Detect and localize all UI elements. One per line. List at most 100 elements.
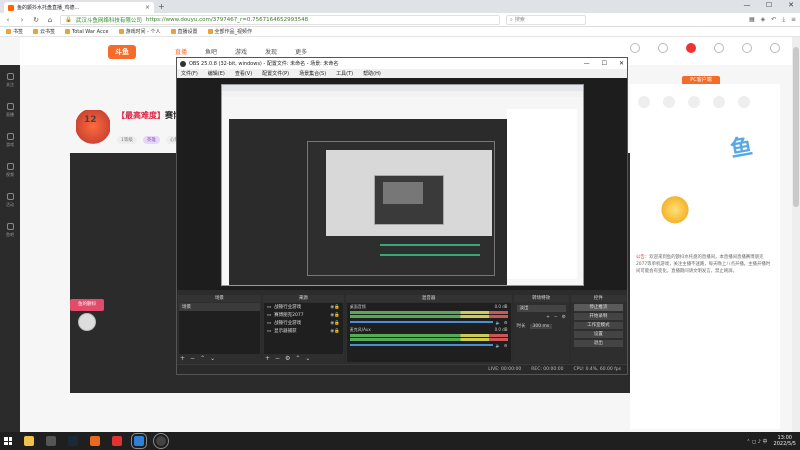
nav-yuba[interactable]: 鱼吧 bbox=[205, 47, 217, 56]
rail-item-video[interactable]: 视频 bbox=[0, 155, 20, 185]
menu-view[interactable]: 查看(V) bbox=[235, 70, 252, 77]
nav-more[interactable]: 更多 bbox=[295, 47, 307, 56]
clock[interactable]: 13:00 2022/5/5 bbox=[774, 435, 796, 447]
scene-item[interactable]: 场景 bbox=[179, 303, 260, 311]
home-button[interactable]: ⌂ bbox=[46, 16, 54, 24]
close-window-button[interactable]: ✕ bbox=[619, 60, 624, 67]
speaker-icon[interactable]: 🔈 bbox=[496, 343, 501, 348]
obs-preview[interactable] bbox=[177, 78, 627, 290]
rail-item-live[interactable]: 直播 bbox=[0, 95, 20, 125]
eye-lock-icon[interactable]: ◉🔒 bbox=[330, 313, 340, 318]
source-item[interactable]: ▭ 战锤行业游戏 ◉🔒 bbox=[264, 319, 343, 327]
download-icon[interactable]: ⤓ bbox=[782, 16, 785, 24]
menu-help[interactable]: 帮助(H) bbox=[363, 70, 381, 77]
bookmark-item[interactable]: 书签 bbox=[6, 28, 23, 35]
menu-icon[interactable]: ≡ bbox=[791, 16, 796, 24]
move-up-icon[interactable]: ⌃ bbox=[200, 355, 205, 362]
bookmark-item[interactable]: 云书签 bbox=[33, 28, 55, 35]
menu-edit[interactable]: 编辑(E) bbox=[208, 70, 225, 77]
add-icon[interactable]: + bbox=[265, 355, 270, 362]
close-tab-icon[interactable]: × bbox=[145, 4, 150, 11]
menu-profile[interactable]: 配置文件(P) bbox=[262, 70, 289, 77]
browser-taskbar-icon[interactable] bbox=[131, 433, 147, 449]
add-icon[interactable]: + bbox=[546, 315, 550, 320]
douyu-logo[interactable]: 斗鱼 bbox=[108, 45, 136, 59]
bookmark-item[interactable]: 全部作品_视频作 bbox=[207, 28, 252, 35]
remove-icon[interactable]: − bbox=[554, 315, 558, 320]
rail-item-games[interactable]: 游戏 bbox=[0, 125, 20, 155]
address-bar[interactable]: 🔒 武汉斗鱼网络科技有限公司 https://www.douyu.com/379… bbox=[60, 14, 500, 25]
speaker-icon[interactable]: 🔈 bbox=[496, 320, 501, 325]
scrollbar-thumb[interactable] bbox=[793, 47, 799, 207]
rail-item-follow[interactable]: 关注 bbox=[0, 65, 20, 95]
tray-icons[interactable]: ⌃ ◻ ♪ 中 bbox=[746, 438, 767, 445]
grid-icon[interactable]: ▦ bbox=[749, 16, 755, 24]
minimize-button[interactable]: — bbox=[742, 1, 752, 9]
eye-lock-icon[interactable]: ◉🔒 bbox=[330, 321, 340, 326]
close-window-button[interactable]: ✕ bbox=[786, 1, 796, 9]
app-icon[interactable] bbox=[90, 436, 100, 446]
source-item[interactable]: ▭ 战锤行业游戏 ◉🔒 bbox=[264, 303, 343, 311]
eye-lock-icon[interactable]: ◉🔒 bbox=[330, 329, 340, 334]
notification-icon[interactable] bbox=[686, 43, 696, 53]
start-recording-button[interactable]: 开始录制 bbox=[573, 313, 623, 320]
follow-icon[interactable] bbox=[658, 43, 668, 53]
exit-button[interactable]: 退出 bbox=[573, 340, 623, 347]
gear-icon[interactable]: ⚙ bbox=[285, 355, 290, 362]
nav-live[interactable]: 直播 bbox=[175, 47, 187, 56]
page-scrollbar[interactable] bbox=[792, 37, 800, 432]
file-explorer-icon[interactable] bbox=[24, 436, 34, 446]
gear-icon[interactable]: ⚙ bbox=[504, 320, 508, 325]
studio-mode-button[interactable]: 工作室模式 bbox=[573, 322, 623, 329]
obs-taskbar-icon[interactable] bbox=[153, 433, 169, 449]
bookmark-item[interactable]: 直播设置 bbox=[170, 28, 198, 35]
rank-icon[interactable] bbox=[638, 96, 650, 108]
volume-slider[interactable] bbox=[349, 321, 493, 323]
history-icon[interactable] bbox=[630, 43, 640, 53]
app-icon[interactable] bbox=[46, 436, 56, 446]
bookmark-item[interactable]: 游戏时间 - 个人 bbox=[118, 28, 161, 35]
move-down-icon[interactable]: ⌄ bbox=[210, 355, 215, 362]
upload-icon[interactable] bbox=[742, 43, 752, 53]
rank-icon[interactable] bbox=[738, 96, 750, 108]
remove-icon[interactable]: − bbox=[275, 355, 280, 362]
volume-slider[interactable] bbox=[349, 344, 493, 346]
rank-icon[interactable] bbox=[688, 96, 700, 108]
rail-item-events[interactable]: 活动 bbox=[0, 185, 20, 215]
back-button[interactable]: ‹ bbox=[4, 16, 12, 24]
url-text[interactable]: https://www.douyu.com/3797467_r=0.756716… bbox=[146, 17, 308, 23]
source-item[interactable]: ▭ 赛博朋克2077 ◉🔒 bbox=[264, 311, 343, 319]
app-icon[interactable] bbox=[112, 436, 122, 446]
windows-start-icon[interactable] bbox=[4, 437, 12, 445]
move-up-icon[interactable]: ⌃ bbox=[295, 355, 300, 362]
download-app-icon[interactable] bbox=[714, 43, 724, 53]
forward-button[interactable]: › bbox=[18, 16, 26, 24]
remove-icon[interactable]: − bbox=[190, 355, 195, 362]
nav-games[interactable]: 游戏 bbox=[235, 47, 247, 56]
rank-icon[interactable] bbox=[663, 96, 675, 108]
minimize-button[interactable]: — bbox=[584, 60, 590, 67]
maximize-button[interactable]: ☐ bbox=[764, 1, 774, 9]
gear-icon[interactable]: ⚙ bbox=[504, 343, 508, 348]
search-box[interactable]: ⌕ 搜索 bbox=[506, 14, 586, 25]
browser-tab[interactable]: 鱼的颤抖水托盘直播_鸡德... × bbox=[4, 2, 154, 13]
gear-icon[interactable]: ⚙ bbox=[562, 315, 566, 320]
duration-input[interactable]: 300 ms bbox=[529, 323, 553, 329]
add-icon[interactable]: + bbox=[180, 355, 185, 362]
move-down-icon[interactable]: ⌄ bbox=[305, 355, 310, 362]
eye-lock-icon[interactable]: ◉🔒 bbox=[330, 305, 340, 310]
rail-item-yuba[interactable]: 鱼吧 bbox=[0, 215, 20, 245]
rank-icon[interactable] bbox=[713, 96, 725, 108]
steam-icon[interactable] bbox=[68, 436, 78, 446]
menu-scene-collection[interactable]: 场景集合(S) bbox=[299, 70, 326, 77]
anchor-badge[interactable]: 鱼的颤抖 bbox=[70, 299, 104, 339]
nav-discover[interactable]: 发现 bbox=[265, 47, 277, 56]
extension-icon[interactable]: ◈ bbox=[761, 16, 766, 24]
settings-button[interactable]: 设置 bbox=[573, 331, 623, 338]
menu-tools[interactable]: 工具(T) bbox=[336, 70, 353, 77]
undo-icon[interactable]: ↶ bbox=[771, 16, 776, 24]
stop-streaming-button[interactable]: 停止推流 bbox=[573, 304, 623, 311]
bookmark-item[interactable]: Total War Acce bbox=[65, 29, 109, 35]
reload-button[interactable]: ↻ bbox=[32, 16, 40, 24]
new-tab-button[interactable]: + bbox=[158, 2, 165, 11]
